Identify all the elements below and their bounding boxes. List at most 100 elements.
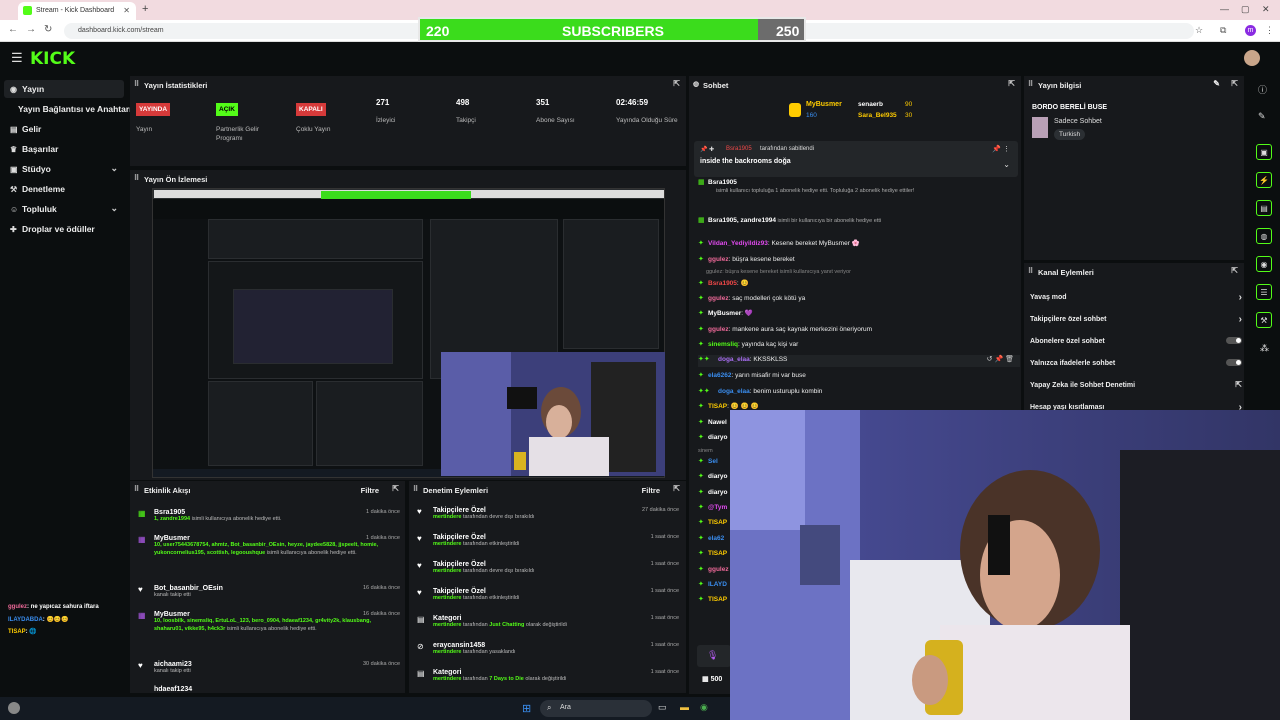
maximize-icon[interactable]: ▢ bbox=[1241, 4, 1250, 15]
more-icon[interactable]: 📌 ⋮ bbox=[992, 145, 1010, 153]
kick-logo[interactable]: KICK bbox=[30, 49, 75, 69]
toggle-actions-icon[interactable]: ⚡ bbox=[1256, 172, 1272, 188]
toggle-tools-icon[interactable]: ⚒ bbox=[1256, 312, 1272, 328]
sub-badge-icon: ✦ bbox=[698, 596, 704, 603]
popout-icon[interactable]: ⇱ bbox=[1231, 266, 1238, 275]
file-explorer-icon[interactable]: ▬ bbox=[680, 702, 689, 712]
browser-tab[interactable]: Stream - Kick Dashboard ✕ bbox=[18, 2, 136, 20]
drag-handle-icon[interactable]: ⠿ bbox=[134, 80, 139, 88]
popout-icon[interactable]: ⇱ bbox=[673, 484, 680, 493]
broadcast-icon: ◉ bbox=[10, 85, 17, 94]
apps-icon[interactable]: ⁂ bbox=[1260, 343, 1269, 354]
edit-icon[interactable]: ✎ bbox=[1213, 79, 1220, 88]
extensions-icon[interactable]: ⧉ bbox=[1220, 25, 1226, 36]
slow-mode-row[interactable]: Yavaş mod › bbox=[1030, 292, 1242, 303]
gift-icon: ▦ bbox=[698, 179, 705, 186]
drag-handle-icon[interactable]: ⠿ bbox=[1028, 267, 1033, 275]
popout-icon[interactable]: ⇱ bbox=[392, 484, 399, 493]
chat-message: ▦ Bsra1905, zandre1994 isimli bir kullanı… bbox=[698, 217, 882, 224]
mod-row: ♥ Takipçilere Özel mertindere tarafından d… bbox=[417, 507, 679, 520]
popout-icon[interactable]: ⇱ bbox=[1008, 79, 1015, 88]
drag-handle-icon[interactable]: ⠿ bbox=[1028, 80, 1033, 88]
toggle-chat-icon[interactable]: ◍ bbox=[1256, 228, 1272, 244]
preview-moderation bbox=[316, 381, 423, 466]
sidebar-item-stream-key[interactable]: Yayın Bağlantısı ve Anahtarı bbox=[12, 100, 132, 118]
ai-moderation-row[interactable]: Yapay Zeka ile Sohbet Denetimi ⇱ bbox=[1030, 380, 1242, 389]
stream-tag[interactable]: Turkish bbox=[1054, 129, 1086, 140]
preview-nested-video bbox=[233, 289, 393, 364]
pinned-message[interactable]: 📌 ✚ Bsra1905 tarafından sabitlendi insid… bbox=[694, 141, 1018, 177]
chat-message-hovered[interactable]: ✦✦ doga_elaa: KKSSKLSS ↺ 📌 🗑 bbox=[698, 355, 1020, 367]
user-avatar[interactable] bbox=[1244, 50, 1260, 66]
sidebar-item-yayin[interactable]: ◉ Yayın bbox=[4, 80, 124, 98]
info-icon[interactable]: ⓘ bbox=[1258, 83, 1267, 96]
sidebar-item-basarilar[interactable]: ♛ Başarılar bbox=[4, 140, 124, 158]
panel-header: ⠿ Yayın Ön İzlemesi bbox=[134, 174, 208, 184]
bookmark-star-icon[interactable]: ☆ bbox=[1195, 25, 1203, 36]
widgets-icon[interactable] bbox=[8, 702, 20, 714]
menu-icon[interactable]: ☰ bbox=[11, 50, 23, 66]
stat-subscribers: 351 Abone Sayısı bbox=[536, 98, 575, 124]
back-icon[interactable]: ← bbox=[8, 24, 18, 35]
filter-button[interactable]: Filtre bbox=[642, 486, 660, 495]
drag-handle-icon[interactable]: ⠿ bbox=[134, 174, 139, 182]
heart-icon: ♥ bbox=[417, 561, 422, 570]
chevron-down-icon[interactable]: ⌄ bbox=[1003, 160, 1010, 169]
gift-icon: ▦ bbox=[698, 217, 705, 224]
reply-context: ggulez: büşra kesene bereket isimli kull… bbox=[706, 269, 851, 275]
toggle-mod-icon[interactable]: ☰ bbox=[1256, 284, 1272, 300]
task-view-icon[interactable]: ▭ bbox=[658, 702, 667, 713]
followers-only-row[interactable]: Takipçilere özel sohbet › bbox=[1030, 314, 1242, 325]
stream-info-panel: ⠿ Yayın bilgisi ✎ ⇱ BORDO BERELİ BUSE Sadec… bbox=[1024, 76, 1244, 260]
edit-icon[interactable]: ✎ bbox=[1258, 111, 1266, 122]
close-tab-icon[interactable]: ✕ bbox=[123, 6, 130, 15]
feed-row: ▦ MyBusmer 10, user75443678754, ahmtz, Bot… bbox=[138, 535, 400, 556]
window-close-icon[interactable]: ✕ bbox=[1262, 4, 1270, 15]
taskbar-search[interactable]: ⌕ Ara bbox=[540, 700, 652, 717]
windows-start-icon[interactable]: ⊞ bbox=[522, 702, 531, 715]
sidebar-item-denetleme[interactable]: ⚒ Denetleme bbox=[4, 180, 124, 198]
sidebar-item-droplar[interactable]: ✚ Droplar ve ödüller bbox=[4, 220, 124, 238]
subscribers-only-toggle[interactable] bbox=[1226, 337, 1242, 344]
chat-message: ✦ Nawel bbox=[698, 419, 727, 426]
profile-avatar[interactable]: m bbox=[1245, 25, 1256, 36]
chevron-right-icon: › bbox=[1238, 292, 1242, 303]
chat-input[interactable]: 🎙 bbox=[697, 645, 731, 667]
minimize-icon[interactable]: — bbox=[1220, 4, 1229, 14]
reload-icon[interactable]: ↻ bbox=[44, 24, 52, 35]
gavel-icon: ⚒ bbox=[10, 185, 18, 194]
toggle-stream-icon[interactable]: ◉ bbox=[1256, 256, 1272, 272]
sub-badge-icon: ✦ bbox=[698, 473, 704, 480]
preview-stats bbox=[208, 219, 423, 259]
drag-handle-icon[interactable]: ⠿ bbox=[413, 485, 418, 493]
popout-icon[interactable]: ⇱ bbox=[673, 79, 680, 88]
kick-favicon-icon bbox=[23, 6, 32, 15]
chrome-icon[interactable]: ◉ bbox=[700, 702, 708, 713]
drag-handle-icon[interactable]: ⠿ bbox=[134, 485, 139, 493]
new-tab-button[interactable]: + bbox=[142, 3, 148, 15]
sub-badge-icon: ✦ bbox=[698, 489, 704, 496]
chevron-down-icon: ⌄ bbox=[110, 163, 118, 173]
popout-icon[interactable]: ⇱ bbox=[1231, 79, 1238, 88]
toggle-notes-icon[interactable]: ▤ bbox=[1256, 200, 1272, 216]
sub-badge-icon: ✦ bbox=[698, 372, 704, 379]
chat-message: ✦ TISAP bbox=[698, 596, 728, 603]
sub-badge-icon: ✦ bbox=[698, 256, 704, 263]
sidebar-item-gelir[interactable]: ▤ Gelir bbox=[4, 120, 124, 138]
preview-activity bbox=[208, 381, 313, 466]
browser-menu-icon[interactable]: ⋮ bbox=[1265, 25, 1274, 36]
filter-button[interactable]: Filtre bbox=[361, 486, 379, 495]
message-actions-icon[interactable]: ↺ 📌 🗑 bbox=[987, 355, 1014, 363]
top-gifter-1-count: 160 bbox=[806, 112, 817, 119]
panel-header: ⠿ Etkinlik Akışı Filtre ⇱ bbox=[134, 484, 399, 495]
emote-only-toggle[interactable] bbox=[1226, 359, 1242, 366]
panel-header: ⠿ Yayın İstatistikleri ⇱ bbox=[134, 79, 680, 90]
toggle-preview-icon[interactable]: ▣ bbox=[1256, 144, 1272, 160]
forward-icon[interactable]: → bbox=[26, 24, 36, 35]
sidebar-item-studyo[interactable]: ▣ Stüdyo ⌄ bbox=[4, 160, 124, 178]
chat-message: sinem bbox=[698, 448, 713, 454]
pin-icon: 📌 ✚ bbox=[700, 147, 715, 153]
sidebar-item-topluluk[interactable]: ☺ Topluluk ⌄ bbox=[4, 200, 124, 218]
stat-viewers: 271 İzleyici bbox=[376, 98, 396, 124]
category-thumbnail bbox=[1032, 117, 1048, 138]
